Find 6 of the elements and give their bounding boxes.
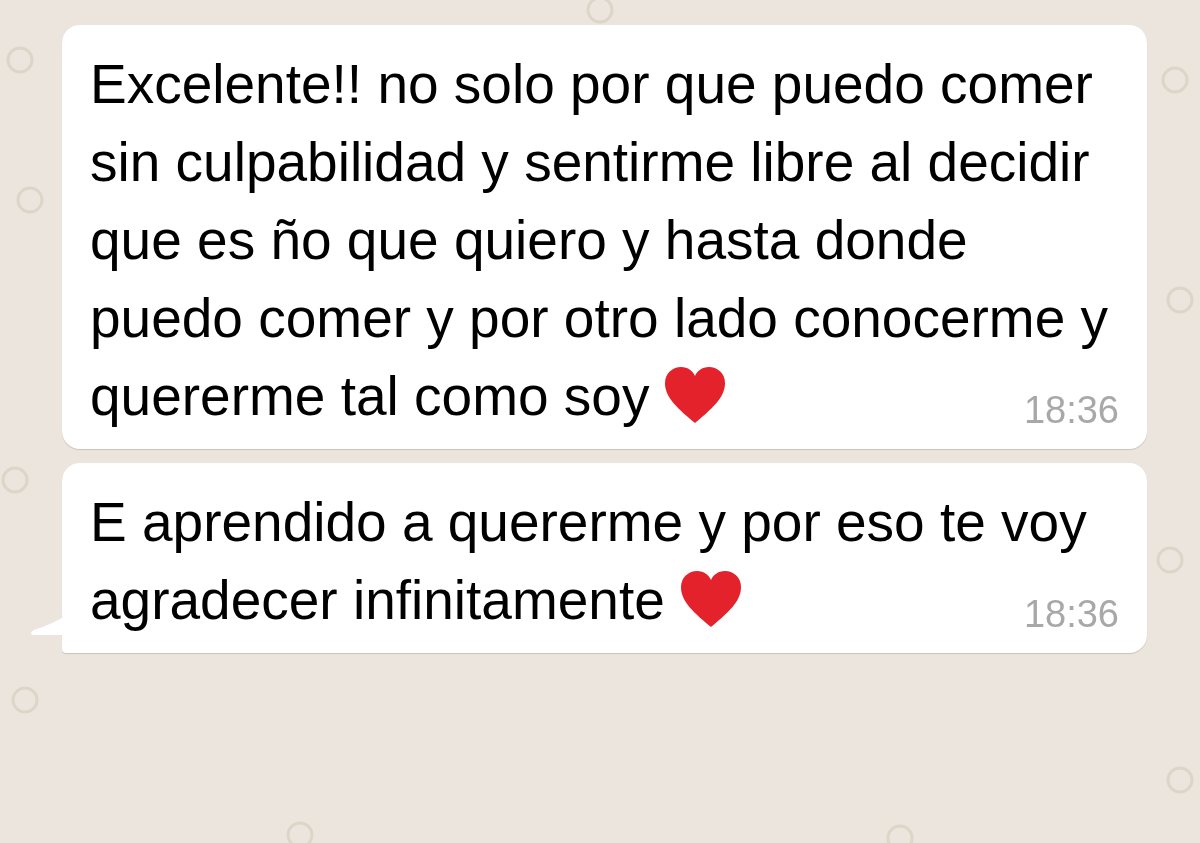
heart-icon <box>663 365 728 425</box>
message-text: E aprendido a quererme y por eso te voy agradecer infinitamente 18:36 <box>90 490 1119 637</box>
message-time: 18:36 <box>1023 595 1119 633</box>
message-time: 18:36 <box>1023 391 1119 429</box>
message-text: Excelente!! no solo por que puedo comer sin culpabilidad y sentirme libre al decidir que es ño que quiero y hasta donde puedo comer y por otro lado conocerme y quererme tal como soy 18:36 <box>90 52 1119 433</box>
heart-icon <box>678 569 743 629</box>
